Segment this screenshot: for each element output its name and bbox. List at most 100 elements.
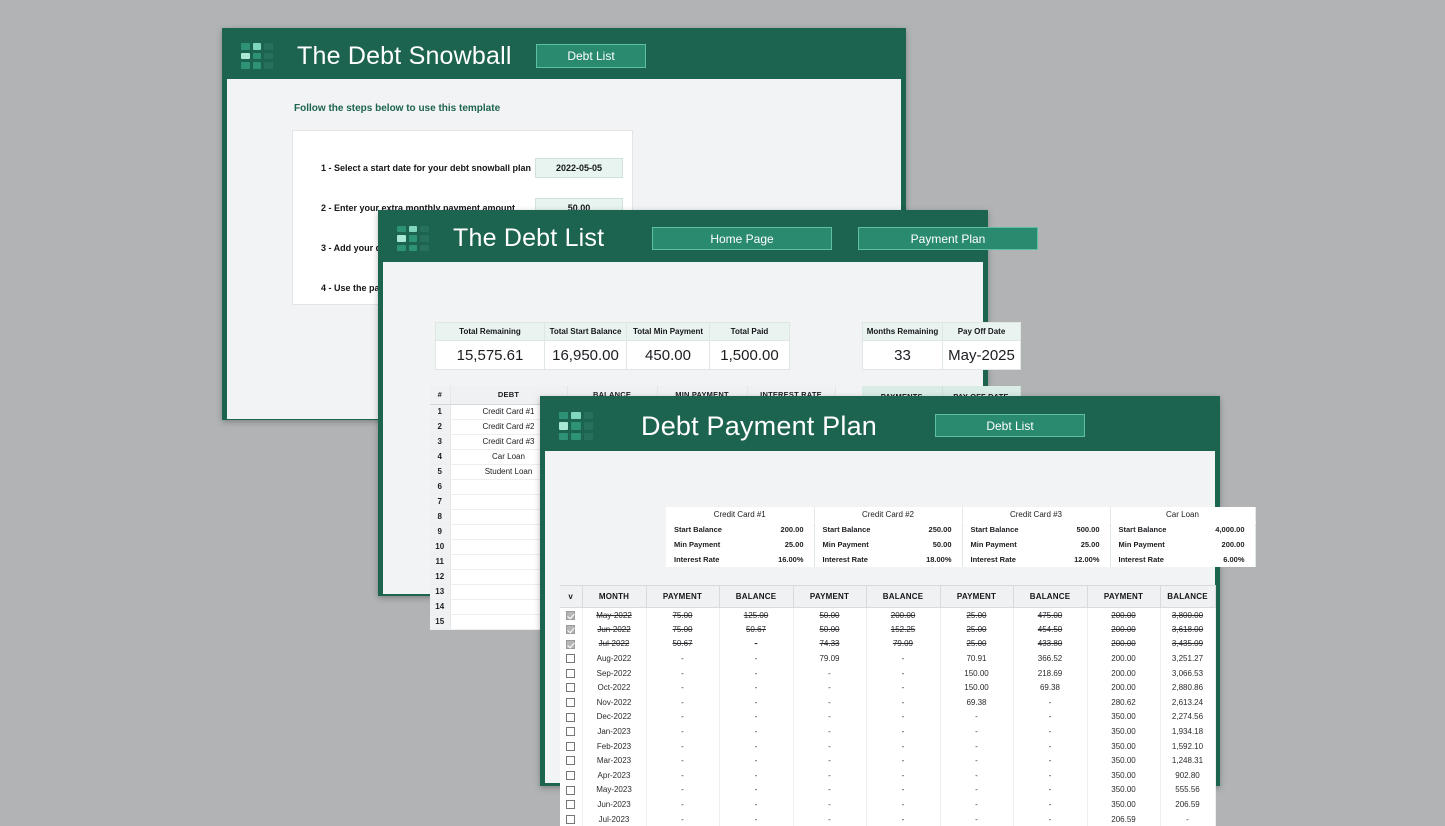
- debt-table-cell[interactable]: 3: [430, 434, 450, 449]
- month-cell: Jan-2023: [582, 724, 646, 739]
- plan-body: Credit Card #1Credit Card #2Credit Card …: [545, 451, 1215, 783]
- amount-cell: 350.00: [1087, 739, 1160, 754]
- amount-cell: -: [793, 710, 866, 725]
- nav-button-debt-list[interactable]: Debt List: [935, 414, 1085, 437]
- row-checkbox-cell[interactable]: [560, 608, 582, 623]
- amount-cell: 79.09: [793, 651, 866, 666]
- nav-button-debt-list[interactable]: Debt List: [536, 44, 646, 68]
- debt-table-cell[interactable]: 7: [430, 494, 450, 509]
- amount-cell: 350.00: [1087, 797, 1160, 812]
- row-checkbox[interactable]: [566, 771, 575, 780]
- debt-table-cell[interactable]: 11: [430, 554, 450, 569]
- row-checkbox-cell[interactable]: [560, 666, 582, 681]
- amount-cell: -: [793, 768, 866, 783]
- table-row[interactable]: Feb-2023------350.001,592.10: [560, 739, 1215, 754]
- row-checkbox-cell[interactable]: [560, 710, 582, 725]
- row-checkbox-cell[interactable]: [560, 622, 582, 637]
- payment-plan-header-cell: PAYMENT: [793, 586, 866, 608]
- summary-value-row: 33 May-2025: [863, 341, 1021, 370]
- nav-button-payment-plan[interactable]: Payment Plan: [858, 227, 1038, 250]
- amount-cell: 200.00: [1087, 622, 1160, 637]
- summary-value-cell: 33: [863, 341, 943, 370]
- amount-cell: -: [866, 695, 940, 710]
- row-checkbox[interactable]: [566, 786, 575, 795]
- step-label: 4 - Use the pay: [321, 283, 385, 293]
- row-checkbox[interactable]: [566, 625, 575, 634]
- row-checkbox[interactable]: [566, 669, 575, 678]
- row-checkbox-cell[interactable]: [560, 637, 582, 652]
- table-row[interactable]: Jun-2023------350.00206.59: [560, 797, 1215, 812]
- debt-table-cell[interactable]: 12: [430, 569, 450, 584]
- row-checkbox-cell[interactable]: [560, 797, 582, 812]
- row-checkbox-cell[interactable]: [560, 724, 582, 739]
- debt-table-cell[interactable]: 8: [430, 509, 450, 524]
- row-checkbox-cell[interactable]: [560, 812, 582, 826]
- debt-table-cell[interactable]: 2: [430, 419, 450, 434]
- debt-table-cell[interactable]: 9: [430, 524, 450, 539]
- debt-table-cell[interactable]: 5: [430, 464, 450, 479]
- amount-cell: -: [940, 753, 1013, 768]
- table-row[interactable]: Jun-202275.0050.6750.00152.2525.00454.50…: [560, 622, 1215, 637]
- debt-table-cell[interactable]: 14: [430, 599, 450, 614]
- row-checkbox[interactable]: [566, 683, 575, 692]
- table-row[interactable]: Jul-202250.67-74.3379.0925.00433.80200.0…: [560, 637, 1215, 652]
- summary-header-cell: Months Remaining: [863, 323, 943, 341]
- nav-button-home-page[interactable]: Home Page: [652, 227, 832, 250]
- debt-table-cell[interactable]: 4: [430, 449, 450, 464]
- snowball-titlebar: The Debt Snowball Debt List: [227, 33, 901, 79]
- amount-cell: -: [866, 753, 940, 768]
- table-row[interactable]: Mar-2023------350.001,248.31: [560, 753, 1215, 768]
- payment-plan-header-cell[interactable]: v: [560, 586, 582, 608]
- amount-cell: 2,613.24: [1160, 695, 1215, 710]
- row-checkbox[interactable]: [566, 800, 575, 809]
- table-row[interactable]: Dec-2022------350.002,274.56: [560, 710, 1215, 725]
- amount-cell: -: [719, 680, 793, 695]
- row-checkbox-cell[interactable]: [560, 753, 582, 768]
- amount-cell: 218.69: [1013, 666, 1087, 681]
- amount-cell: 206.59: [1087, 812, 1160, 826]
- row-checkbox-cell[interactable]: [560, 651, 582, 666]
- table-row[interactable]: Aug-2022--79.09-70.91366.52200.003,251.2…: [560, 651, 1215, 666]
- table-row[interactable]: Sep-2022----150.00218.69200.003,066.53: [560, 666, 1215, 681]
- table-row[interactable]: May-202275.00125.0050.00200.0025.00475.0…: [560, 608, 1215, 623]
- table-row[interactable]: Jul-2023------206.59-: [560, 812, 1215, 826]
- amount-cell: -: [1160, 812, 1215, 826]
- summary-header-cell: Total Remaining: [436, 323, 545, 341]
- row-checkbox[interactable]: [566, 698, 575, 707]
- row-checkbox[interactable]: [566, 742, 575, 751]
- row-checkbox[interactable]: [566, 815, 575, 824]
- table-row[interactable]: Jan-2023------350.001,934.18: [560, 724, 1215, 739]
- row-checkbox[interactable]: [566, 611, 575, 620]
- debt-table-cell[interactable]: 10: [430, 539, 450, 554]
- table-row[interactable]: Apr-2023------350.00902.80: [560, 768, 1215, 783]
- row-checkbox-cell[interactable]: [560, 680, 582, 695]
- table-row[interactable]: Oct-2022----150.0069.38200.002,880.86: [560, 680, 1215, 695]
- table-row[interactable]: Nov-2022----69.38-280.622,613.24: [560, 695, 1215, 710]
- meta-key: Min Payment: [674, 540, 720, 549]
- amount-cell: 200.00: [1087, 680, 1160, 695]
- start-date-input[interactable]: 2022-05-05: [535, 158, 623, 178]
- row-checkbox-cell[interactable]: [560, 783, 582, 798]
- table-row[interactable]: May-2023------350.00555.56: [560, 783, 1215, 798]
- row-checkbox[interactable]: [566, 756, 575, 765]
- app-logo-icon: [397, 226, 429, 252]
- plan-titlebar: Debt Payment Plan Debt List: [545, 401, 1215, 451]
- debt-table-cell[interactable]: 15: [430, 614, 450, 629]
- debt-group-meta-row: Min Payment 25.00 Min Payment 50.00 Min …: [570, 537, 1255, 552]
- row-checkbox[interactable]: [566, 640, 575, 649]
- row-checkbox[interactable]: [566, 654, 575, 663]
- row-checkbox[interactable]: [566, 713, 575, 722]
- row-checkbox-cell[interactable]: [560, 695, 582, 710]
- debt-table-cell[interactable]: 1: [430, 404, 450, 419]
- payment-plan-header-cell: PAYMENT: [1087, 586, 1160, 608]
- row-checkbox-cell[interactable]: [560, 739, 582, 754]
- row-checkbox-cell[interactable]: [560, 768, 582, 783]
- amount-cell: -: [719, 797, 793, 812]
- debt-table-cell[interactable]: 13: [430, 584, 450, 599]
- amount-cell: 2,274.56: [1160, 710, 1215, 725]
- row-checkbox[interactable]: [566, 727, 575, 736]
- debt-table-cell[interactable]: 6: [430, 479, 450, 494]
- spacer-cell: [570, 507, 666, 522]
- amount-cell: -: [1013, 783, 1087, 798]
- amount-cell: -: [1013, 710, 1087, 725]
